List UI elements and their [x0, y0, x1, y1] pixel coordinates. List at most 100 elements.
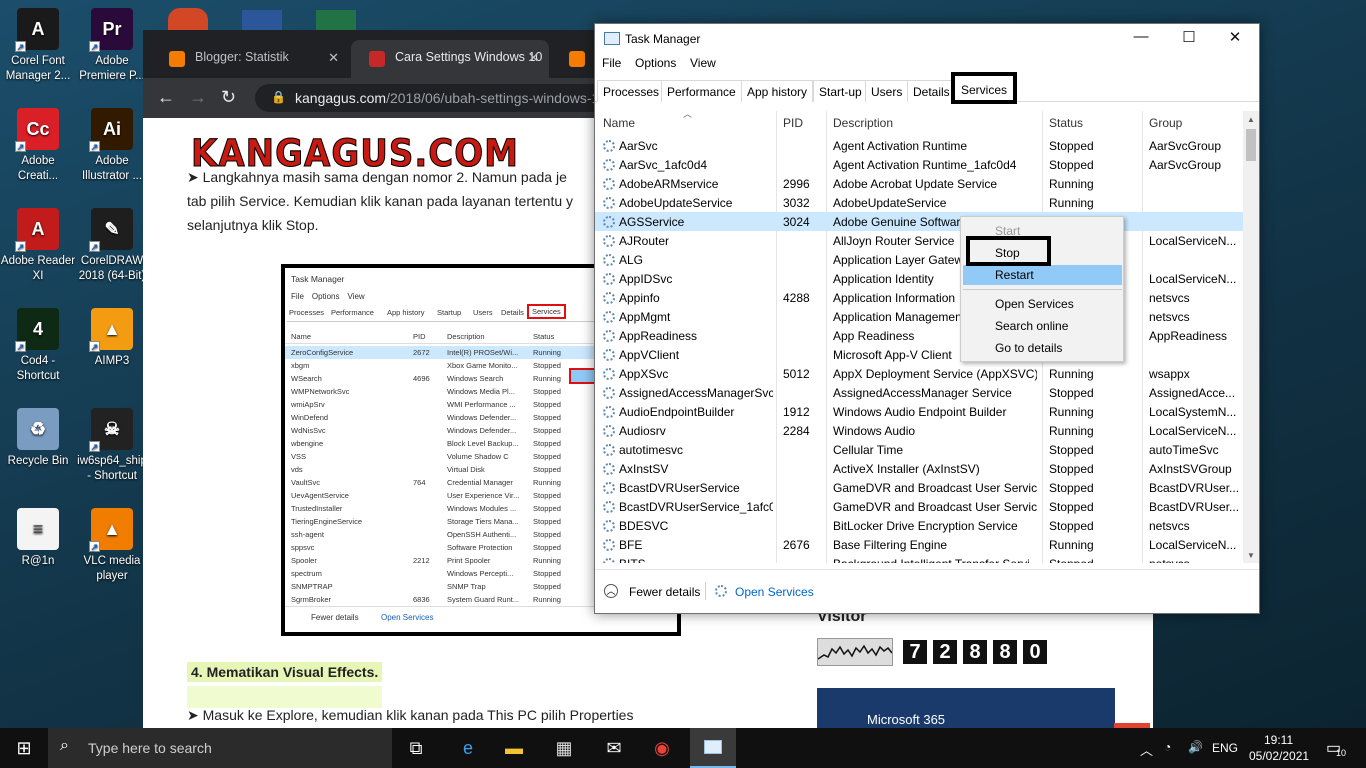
service-row[interactable]: AdobeARMservice 2996 Adobe Acrobat Update …	[595, 174, 1243, 193]
desktop-icon[interactable]: ≡ R@1n	[0, 508, 76, 569]
advertisement[interactable]: Microsoft 365	[817, 688, 1115, 728]
desktop-icon[interactable]: 4 ↗ Cod4 - Shortcut	[0, 308, 76, 384]
reload-icon[interactable]: ↻	[221, 87, 236, 108]
embedded-cell: wmiApSrv	[291, 400, 325, 409]
mail-icon[interactable]: ✉	[602, 736, 626, 760]
service-row[interactable]: BcastDVRUserService GameDVR and Broadcast…	[595, 478, 1243, 497]
service-status: Stopped	[1049, 386, 1094, 400]
browser-tab-kangagus[interactable]: Cara Settings Windows 10 ✕	[351, 40, 549, 78]
language-indicator[interactable]: ENG	[1212, 741, 1238, 755]
clock-date[interactable]: 05/02/2021	[1249, 749, 1309, 763]
column-description[interactable]: Description	[833, 116, 893, 130]
service-row[interactable]: BFE 2676 Base Filtering Engine Running Local…	[595, 535, 1243, 554]
title-bar[interactable]: Task Manager — ☐ ✕	[595, 24, 1259, 54]
taskbar-search[interactable]: ⌕ Type here to search	[48, 728, 392, 768]
service-row[interactable]: Appinfo 4288 Application Information netsvc…	[595, 288, 1243, 307]
service-row[interactable]: BITS Background Intelligent Transfer Serv…	[595, 554, 1243, 563]
maximize-icon[interactable]: ☐	[1169, 28, 1209, 46]
column-name[interactable]: Name	[603, 116, 635, 130]
network-icon[interactable]: ◔	[1164, 740, 1171, 754]
back-arrow-icon[interactable]: ←	[157, 87, 175, 108]
file-explorer-icon[interactable]: ▬	[502, 736, 526, 760]
clock-time[interactable]: 19:11	[1264, 733, 1293, 747]
service-gear-icon	[603, 159, 615, 171]
windows-start-icon[interactable]: ⊞	[12, 736, 36, 760]
chevron-up-icon[interactable]: ︿	[604, 584, 618, 598]
tab-details[interactable]: Details	[907, 80, 956, 102]
service-row[interactable]: AppXSvc 5012 AppX Deployment Service (AppX…	[595, 364, 1243, 383]
service-row[interactable]: AppIDSvc Application Identity LocalService…	[595, 269, 1243, 288]
service-row[interactable]: AarSvc_1afc0d4 Agent Activation Runtime_1…	[595, 155, 1243, 174]
service-row[interactable]: ALG Application Layer Gatew	[595, 250, 1243, 269]
menu-options[interactable]: Options	[635, 56, 676, 70]
service-row[interactable]: BDESVC BitLocker Drive Encryption Service…	[595, 516, 1243, 535]
service-row[interactable]: AxInstSV ActiveX Installer (AxInstSV) Stop…	[595, 459, 1243, 478]
tab-services[interactable]: Services	[951, 72, 1018, 104]
task-view-icon[interactable]: ⧉	[404, 736, 428, 760]
desktop-icon[interactable]: ✎ ↗ CorelDRAW 2018 (64-Bit)	[74, 208, 150, 284]
tab-performance[interactable]: Performance	[661, 80, 742, 102]
scroll-thumb[interactable]	[1246, 129, 1256, 161]
chrome-icon[interactable]: ◉	[650, 736, 674, 760]
volume-icon[interactable]: 🔊	[1188, 740, 1203, 754]
desktop-icon[interactable]: Ai ↗ Adobe Illustrator ...	[74, 108, 150, 184]
close-tab-icon[interactable]: ✕	[328, 50, 339, 66]
menu-item-search-online[interactable]: Search online	[995, 319, 1068, 333]
desktop-icon[interactable]: ♻ Recycle Bin	[0, 408, 76, 469]
desktop-icon[interactable]: ▲ ↗ VLC media player	[74, 508, 150, 584]
service-row[interactable]: AssignedAccessManagerSvc AssignedAccessMa…	[595, 383, 1243, 402]
tab-users[interactable]: Users	[865, 80, 909, 102]
tab-processes[interactable]: Processes	[597, 80, 666, 102]
menu-item-open-services[interactable]: Open Services	[995, 297, 1074, 311]
service-row[interactable]: AppMgmt Application Managemen netsvcs	[595, 307, 1243, 326]
minimize-icon[interactable]: —	[1121, 28, 1161, 45]
menu-item-restart[interactable]: Restart	[963, 265, 1122, 285]
desktop-icon[interactable]: Pr ↗ Adobe Premiere P...	[74, 8, 150, 84]
column-group[interactable]: Group	[1149, 116, 1182, 130]
service-row[interactable]: AGSService 3024 Adobe Genuine Software	[595, 212, 1243, 231]
edge-icon[interactable]: e	[456, 736, 480, 760]
scroll-down-icon[interactable]: ▼	[1243, 551, 1259, 560]
task-manager-taskbar-button[interactable]	[690, 728, 736, 768]
powerpoint-icon[interactable]	[168, 8, 208, 32]
scroll-up-icon[interactable]: ▲	[1243, 115, 1259, 124]
service-description: ActiveX Installer (AxInstSV)	[833, 462, 980, 476]
excel-icon[interactable]	[316, 10, 356, 32]
column-pid[interactable]: PID	[783, 116, 803, 130]
browser-tab-blogger[interactable]: Blogger: Statistik ✕	[151, 40, 349, 78]
service-row[interactable]: AarSvc Agent Activation Runtime Stopped Aar…	[595, 136, 1243, 155]
tab-start-up[interactable]: Start-up	[813, 80, 868, 102]
desktop-icon[interactable]: ☠ ↗ iw6sp64_ship - Shortcut	[74, 408, 150, 484]
close-icon[interactable]: ✕	[1215, 28, 1255, 46]
desktop-icon[interactable]: A ↗ Corel Font Manager 2...	[0, 8, 76, 84]
close-tab-icon[interactable]: ✕	[528, 50, 539, 66]
desktop-icon[interactable]: Cc ↗ Adobe Creati...	[0, 108, 76, 184]
service-row[interactable]: AJRouter AllJoyn Router Service LocalServi…	[595, 231, 1243, 250]
menu-item-go-to-details[interactable]: Go to details	[995, 341, 1062, 355]
column-status[interactable]: Status	[1049, 116, 1083, 130]
service-name-text: AJRouter	[619, 234, 670, 248]
embedded-cell: Running	[533, 595, 561, 604]
service-row[interactable]: AudioEndpointBuilder 1912 Windows Audio En…	[595, 402, 1243, 421]
service-row[interactable]: AppReadiness App Readiness AppReadiness	[595, 326, 1243, 345]
service-row[interactable]: autotimesvc Cellular Time Stopped autoTimeS…	[595, 440, 1243, 459]
tab-app-history[interactable]: App history	[741, 80, 814, 102]
desktop-icon[interactable]: A ↗ Adobe Reader XI	[0, 208, 76, 284]
service-group: LocalServiceN...	[1149, 538, 1237, 552]
store-icon[interactable]: ▦	[552, 736, 576, 760]
menu-view[interactable]: View	[690, 56, 716, 70]
service-row[interactable]: AdobeUpdateService 3032 AdobeUpdateService…	[595, 193, 1243, 212]
service-row[interactable]: Audiosrv 2284 Windows Audio Running LocalSer…	[595, 421, 1243, 440]
service-gear-icon	[603, 311, 615, 323]
service-gear-icon	[603, 520, 615, 532]
service-row[interactable]: AppVClient Microsoft App-V Client	[595, 345, 1243, 364]
service-row[interactable]: BcastDVRUserService_1afc0... GameDVR and …	[595, 497, 1243, 516]
chevron-up-icon[interactable]: ︿	[1140, 740, 1153, 759]
menu-file[interactable]: File	[602, 56, 621, 70]
forward-arrow-icon[interactable]: →	[189, 87, 207, 108]
open-services-link[interactable]: Open Services	[735, 585, 814, 599]
vertical-scrollbar[interactable]: ▲ ▼	[1243, 111, 1259, 563]
desktop-icon[interactable]: ▲ ↗ AIMP3	[74, 308, 150, 369]
fewer-details-link[interactable]: Fewer details	[629, 585, 700, 599]
word-icon[interactable]	[242, 10, 282, 32]
